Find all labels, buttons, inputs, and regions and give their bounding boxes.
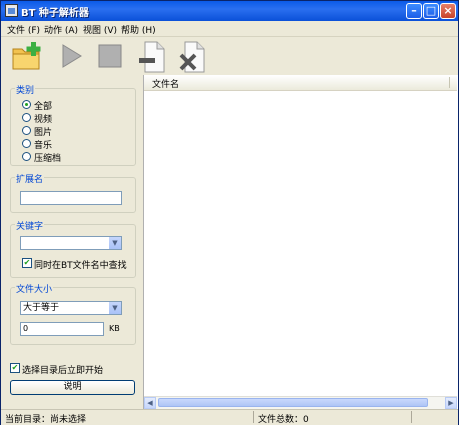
filter-panel: 类别 全部 视频 图片 音乐 压缩档 扩展名 关键字 ▼ ✔ 同时在BT文件名中… xyxy=(1,75,142,409)
chevron-down-icon[interactable]: ▼ xyxy=(108,237,121,249)
toolbar xyxy=(1,37,458,75)
radio-icon[interactable] xyxy=(22,152,31,161)
column-separator[interactable] xyxy=(449,77,450,88)
menu-bar: 文件 (F) 动作 (A) 视图 (V) 帮助 (H) xyxy=(1,21,458,37)
menu-view[interactable]: 视图 (V) xyxy=(83,23,117,36)
document-minus-icon[interactable] xyxy=(137,41,167,73)
status-divider xyxy=(253,411,254,423)
start-after-select-checkbox[interactable]: ✔ xyxy=(10,363,20,373)
menu-help[interactable]: 帮助 (H) xyxy=(121,23,156,36)
status-file-total: 文件总数：0 xyxy=(258,415,309,425)
scroll-thumb[interactable] xyxy=(158,398,428,407)
category-title: 类别 xyxy=(15,83,36,96)
menu-action[interactable]: 动作 (A) xyxy=(44,23,78,36)
menu-file[interactable]: 文件 (F) xyxy=(7,23,40,36)
column-filename[interactable]: 文件名 xyxy=(152,77,179,90)
also-search-checkbox[interactable]: ✔ xyxy=(22,258,32,268)
scroll-left-icon[interactable]: ◀ xyxy=(144,397,156,409)
radio-icon[interactable] xyxy=(22,139,31,148)
size-input[interactable]: 0 xyxy=(20,322,104,336)
status-bar: 当前目录：尚未选择 文件总数：0 xyxy=(1,409,458,425)
extension-input[interactable] xyxy=(20,191,122,205)
window-title: BT 种子解析器 xyxy=(21,8,89,19)
radio-icon[interactable] xyxy=(22,100,31,109)
close-icon[interactable]: × xyxy=(440,3,456,19)
start-after-select-label: 选择目录后立即开始 xyxy=(22,366,104,376)
app-icon xyxy=(5,4,18,17)
keyword-combobox[interactable]: ▼ xyxy=(20,236,122,250)
scroll-right-icon[interactable]: ▶ xyxy=(445,397,457,409)
status-divider xyxy=(411,411,412,423)
filesize-title: 文件大小 xyxy=(15,282,54,295)
status-current-dir: 当前目录：尚未选择 xyxy=(5,415,87,425)
extension-title: 扩展名 xyxy=(15,172,45,185)
keyword-group: 关键字 ▼ ✔ 同时在BT文件名中查找 xyxy=(10,219,136,278)
extension-group: 扩展名 xyxy=(10,172,136,213)
file-list-header: 文件名 xyxy=(144,75,457,91)
size-comparator-value: 大于等于 xyxy=(23,303,60,313)
radio-icon[interactable] xyxy=(22,113,31,122)
horizontal-scrollbar[interactable]: ◀ ▶ xyxy=(144,396,457,409)
help-button[interactable]: 说明 xyxy=(10,380,135,395)
folder-add-icon[interactable] xyxy=(11,41,41,71)
keyword-title: 关键字 xyxy=(15,219,45,232)
minimize-icon[interactable]: – xyxy=(406,3,422,19)
radio-icon[interactable] xyxy=(22,126,31,135)
size-unit: KB xyxy=(109,324,120,333)
maximize-icon[interactable]: □ xyxy=(423,3,439,19)
category-group: 类别 全部 视频 图片 音乐 压缩档 xyxy=(10,83,136,166)
document-x-icon[interactable] xyxy=(177,41,207,73)
filesize-group: 文件大小 大于等于 ▼ 0 KB xyxy=(10,282,136,345)
stop-icon[interactable] xyxy=(95,41,125,71)
size-comparator-select[interactable]: 大于等于 ▼ xyxy=(20,301,122,315)
file-list[interactable]: 文件名 ◀ ▶ xyxy=(143,75,458,409)
also-search-label: 同时在BT文件名中查找 xyxy=(34,261,127,271)
play-icon[interactable] xyxy=(57,41,87,71)
app-window: BT 种子解析器 – □ × 文件 (F) 动作 (A) 视图 (V) 帮助 (… xyxy=(0,0,459,425)
title-bar[interactable]: BT 种子解析器 – □ × xyxy=(1,1,458,21)
chevron-down-icon[interactable]: ▼ xyxy=(108,302,121,314)
